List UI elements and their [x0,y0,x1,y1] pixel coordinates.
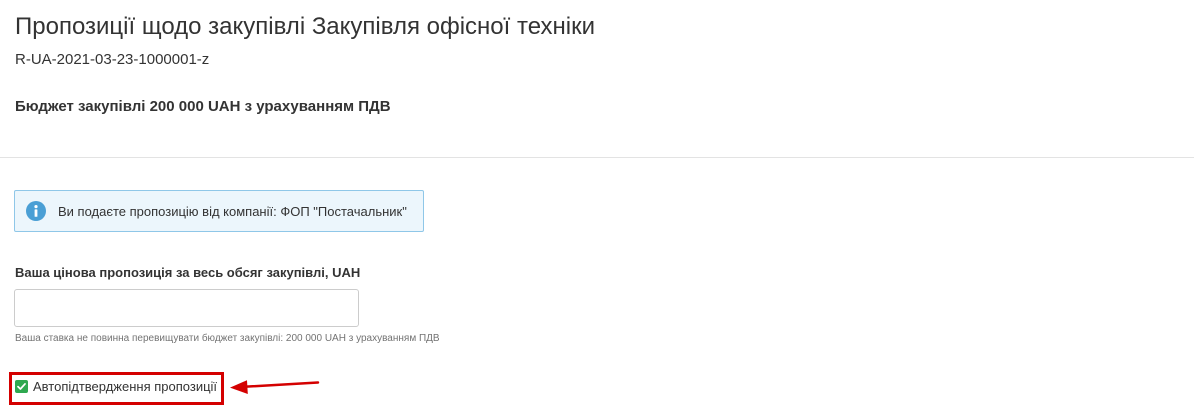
price-offer-hint: Ваша ставка не повинна перевищувати бюдж… [15,333,440,344]
section-divider [0,157,1194,158]
price-offer-label: Ваша цінова пропозиція за весь обсяг зак… [15,265,361,280]
budget-summary: Бюджет закупівлі 200 000 UAH з урахуванн… [15,98,391,115]
info-alert-text: Ви подаєте пропозицію від компанії: ФОП … [58,203,407,219]
checkbox-checked-icon[interactable] [15,380,28,393]
auto-confirm-checkbox[interactable]: Автопідтвердження пропозиції [15,379,217,394]
auto-confirm-label: Автопідтвердження пропозиції [33,379,218,394]
info-icon [26,201,46,221]
price-offer-input[interactable] [14,289,359,327]
tender-id: R-UA-2021-03-23-1000001-z [15,51,210,68]
page-title: Пропозиції щодо закупівлі Закупівля офіс… [15,13,596,40]
annotation-arrow-icon [230,380,320,394]
info-alert: Ви подаєте пропозицію від компанії: ФОП … [14,190,424,232]
